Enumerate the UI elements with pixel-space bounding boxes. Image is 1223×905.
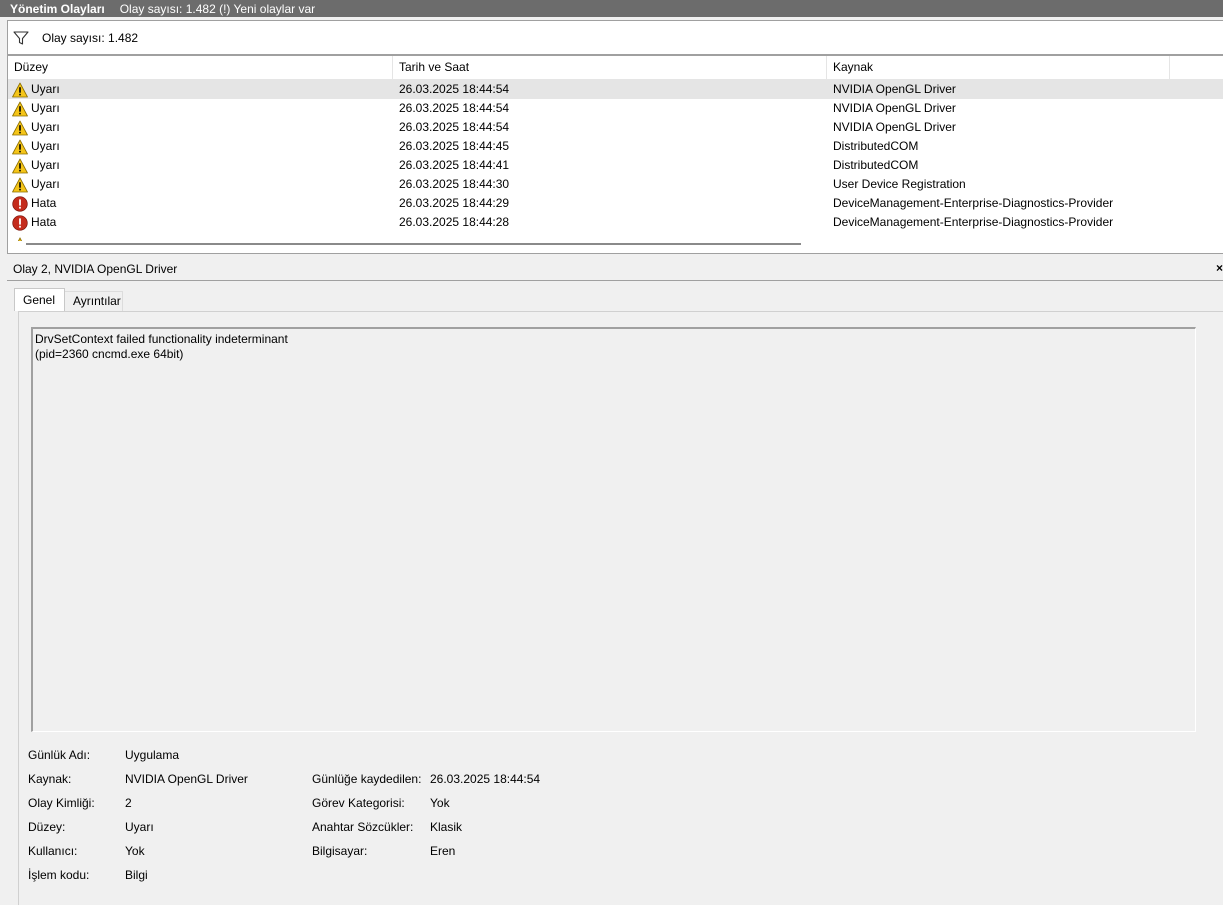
row-source: DeviceManagement-Enterprise-Diagnostics-… — [833, 215, 1114, 229]
warning-icon — [12, 82, 28, 98]
detail-header: Olay 2, NVIDIA OpenGL Driver × — [7, 258, 1223, 281]
log-name-value[interactable]: Uygulama — [125, 748, 179, 762]
computer-label: Bilgisayar: — [312, 844, 368, 858]
table-row[interactable]: Hata 26.03.2025 18:44:29 DeviceManagement-… — [8, 194, 1223, 213]
row-source: NVIDIA OpenGL Driver — [833, 120, 956, 134]
table-row[interactable]: Uyarı 26.03.2025 18:44:54 NVIDIA OpenGL Dr… — [8, 118, 1223, 137]
row-level: Uyarı — [12, 80, 60, 99]
table-row[interactable]: Uyarı 26.03.2025 18:44:45 DistributedCOM — [8, 137, 1223, 156]
event-list: Düzey Tarih ve Saat Kaynak Uyarı 26.03.20… — [7, 55, 1223, 254]
warning-icon — [12, 101, 28, 117]
list-header: Düzey Tarih ve Saat Kaynak — [8, 56, 1223, 80]
row-level-text: Uyarı — [31, 177, 60, 191]
task-category-value[interactable]: Yok — [430, 796, 450, 810]
user-value[interactable]: Yok — [125, 844, 145, 858]
level-value[interactable]: Uyarı — [125, 820, 154, 834]
description-line: (pid=2360 cncmd.exe 64bit) — [35, 347, 184, 361]
tab-general[interactable]: Genel — [14, 288, 65, 311]
row-datetime: 26.03.2025 18:44:54 — [399, 101, 510, 115]
user-label: Kullanıcı: — [28, 844, 78, 858]
row-level-text: Uyarı — [31, 139, 60, 153]
row-level-text: Hata — [31, 215, 57, 229]
row-level: Hata — [12, 213, 56, 232]
table-row[interactable]: Uyarı 26.03.2025 18:44:30 User Device Regi… — [8, 175, 1223, 194]
column-header-datetime[interactable]: Tarih ve Saat — [393, 56, 827, 79]
row-source: DeviceManagement-Enterprise-Diagnostics-… — [833, 196, 1114, 210]
event-rows: Uyarı 26.03.2025 18:44:54 NVIDIA OpenGL Dr… — [8, 80, 1223, 232]
row-level: Uyarı — [12, 175, 60, 194]
tab-details[interactable]: Ayrıntılar — [65, 291, 123, 311]
event-id-label: Olay Kimliği: — [28, 796, 95, 810]
row-level: Uyarı — [12, 99, 60, 118]
row-level: Hata — [12, 194, 56, 213]
table-row[interactable]: Uyarı 26.03.2025 18:44:54 NVIDIA OpenGL Dr… — [8, 99, 1223, 118]
row-source: NVIDIA OpenGL Driver — [833, 82, 956, 96]
row-datetime: 26.03.2025 18:44:54 — [399, 82, 510, 96]
row-level-text: Uyarı — [31, 158, 60, 172]
row-datetime: 26.03.2025 18:44:30 — [399, 177, 510, 191]
row-source: NVIDIA OpenGL Driver — [833, 101, 956, 115]
table-row[interactable]: Hata 26.03.2025 18:44:28 DeviceManagement-… — [8, 213, 1223, 232]
event-description[interactable]: DrvSetContext failed functionality indet… — [31, 327, 1196, 732]
logged-label: Günlüğe kaydedilen: — [312, 772, 422, 786]
view-subtitle: Olay sayısı: 1.482 (!) Yeni olaylar var — [119, 1, 316, 16]
table-row[interactable]: Uyarı 26.03.2025 18:44:54 NVIDIA OpenGL Dr… — [8, 80, 1223, 99]
column-header-level[interactable]: Düzey — [8, 56, 393, 79]
row-datetime: 26.03.2025 18:44:45 — [399, 139, 510, 153]
title-bar: Yönetim Olayları Olay sayısı: 1.482 (!) … — [0, 0, 1223, 17]
source-value[interactable]: NVIDIA OpenGL Driver — [125, 772, 248, 786]
row-source: DistributedCOM — [833, 139, 919, 153]
filter-icon[interactable] — [12, 30, 30, 46]
logged-value[interactable]: 26.03.2025 18:44:54 — [430, 772, 540, 786]
row-source: User Device Registration — [833, 177, 966, 191]
row-level-text: Hata — [31, 196, 57, 210]
task-category-label: Görev Kategorisi: — [312, 796, 405, 810]
opcode-value[interactable]: Bilgi — [125, 868, 148, 882]
row-datetime: 26.03.2025 18:44:28 — [399, 215, 510, 229]
filter-bar: Olay sayısı: 1.482 — [7, 20, 1223, 55]
row-level-text: Uyarı — [31, 120, 60, 134]
row-datetime: 26.03.2025 18:44:41 — [399, 158, 510, 172]
view-title: Yönetim Olayları — [10, 1, 105, 16]
row-level-text: Uyarı — [31, 101, 60, 115]
warning-icon — [12, 120, 28, 136]
row-source: DistributedCOM — [833, 158, 919, 172]
computer-value[interactable]: Eren — [430, 844, 455, 858]
row-datetime: 26.03.2025 18:44:29 — [399, 196, 510, 210]
row-level: Uyarı — [12, 156, 60, 175]
keywords-label: Anahtar Sözcükler: — [312, 820, 414, 834]
level-label: Düzey: — [28, 820, 66, 834]
column-header-source[interactable]: Kaynak — [827, 56, 1170, 79]
source-label: Kaynak: — [28, 772, 72, 786]
keywords-value[interactable]: Klasik — [430, 820, 462, 834]
event-id-value[interactable]: 2 — [125, 796, 132, 810]
warning-icon — [12, 177, 28, 193]
partial-row-icon — [12, 237, 28, 241]
close-icon[interactable]: × — [1216, 261, 1223, 275]
row-level: Uyarı — [12, 118, 60, 137]
row-datetime: 26.03.2025 18:44:54 — [399, 120, 510, 134]
warning-icon — [12, 139, 28, 155]
description-line: DrvSetContext failed functionality indet… — [35, 332, 288, 346]
error-icon — [12, 214, 28, 231]
row-level: Uyarı — [12, 137, 60, 156]
event-count: Olay sayısı: 1.482 — [42, 30, 139, 45]
opcode-label: İşlem kodu: — [28, 868, 90, 882]
error-icon — [12, 195, 28, 212]
warning-icon — [12, 158, 28, 174]
table-row[interactable]: Uyarı 26.03.2025 18:44:41 DistributedCOM — [8, 156, 1223, 175]
row-level-text: Uyarı — [31, 82, 60, 96]
log-name-label: Günlük Adı: — [28, 748, 91, 762]
horizontal-scrollbar[interactable] — [26, 243, 801, 245]
detail-title: Olay 2, NVIDIA OpenGL Driver — [13, 262, 178, 276]
